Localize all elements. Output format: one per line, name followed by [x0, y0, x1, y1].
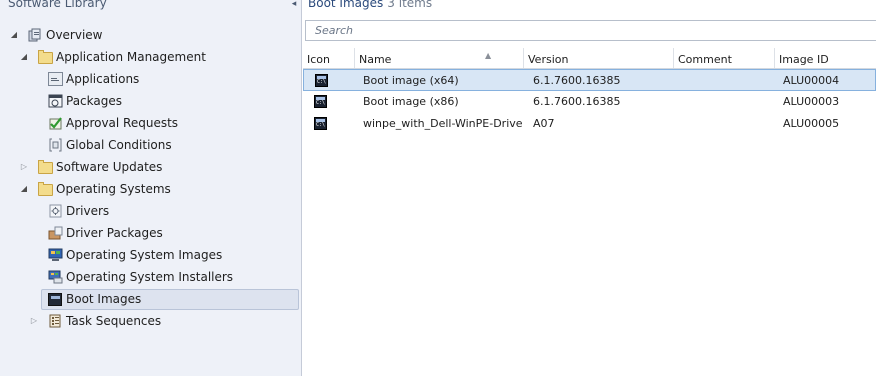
cell-image-id: ALU00003 — [783, 95, 840, 108]
grid-header: Icon Name ▲ Version Comment Image ID — [303, 48, 876, 69]
tree-item-label: Operating System Images — [66, 248, 223, 262]
navigation-pane: Software Library ◂ ◢ Overview ◢ Applicat… — [0, 0, 302, 376]
cell-comment — [679, 70, 775, 92]
item-count: 3 items — [387, 0, 433, 10]
global-conditions-icon — [48, 138, 63, 152]
column-header-icon[interactable]: Icon — [303, 48, 355, 68]
cell-image-id: ALU00004 — [783, 74, 840, 87]
tree-item-label: Driver Packages — [66, 226, 163, 240]
tree-item-overview[interactable]: ◢ Overview — [6, 25, 296, 45]
boot-image-icon — [314, 95, 327, 108]
tree-item-operating-systems[interactable]: ◢ Operating Systems — [16, 179, 296, 199]
applications-icon — [48, 72, 63, 86]
cell-name: winpe_with_Dell-WinPE-Driver... — [363, 117, 523, 130]
tree-item-approval-requests[interactable]: Approval Requests — [44, 113, 296, 133]
tree-item-task-sequences[interactable]: ▷ Task Sequences — [26, 311, 296, 331]
cell-name: Boot image (x86) — [363, 95, 459, 108]
cell-version: A07 — [533, 117, 555, 130]
table-row[interactable]: winpe_with_Dell-WinPE-Driver... A07 ALU0… — [303, 113, 876, 135]
os-images-icon — [48, 248, 63, 262]
content-header: Boot Images 3 items — [308, 0, 432, 10]
search-box[interactable] — [305, 20, 876, 41]
tree-item-boot-images[interactable]: Boot Images — [41, 289, 299, 310]
tree-item-label: Packages — [66, 94, 122, 108]
tree-item-global-conditions[interactable]: Global Conditions — [44, 135, 296, 155]
tree-item-driver-packages[interactable]: Driver Packages — [44, 223, 296, 243]
nav-header: Software Library ◂ — [0, 0, 302, 14]
tree-item-application-management[interactable]: ◢ Application Management — [16, 47, 296, 67]
boot-image-icon — [315, 74, 328, 87]
collapse-pane-icon[interactable]: ◂ — [289, 0, 299, 10]
packages-icon — [48, 94, 63, 108]
tree-item-operating-system-images[interactable]: Operating System Images — [44, 245, 296, 265]
tree-item-label: Drivers — [66, 204, 110, 218]
folder-icon — [38, 50, 53, 64]
tree-item-operating-system-installers[interactable]: Operating System Installers — [44, 267, 296, 287]
search-input[interactable] — [306, 21, 876, 40]
tree-item-label: Boot Images — [66, 292, 142, 306]
table-row[interactable]: Boot image (x86) 6.1.7600.16385 ALU00003 — [303, 91, 876, 113]
column-header-label: Name — [359, 53, 392, 66]
column-header-comment[interactable]: Comment — [674, 48, 775, 68]
tree-item-packages[interactable]: Packages — [44, 91, 296, 111]
boot-image-icon — [314, 117, 327, 130]
sort-ascending-icon: ▲ — [485, 51, 492, 60]
collapse-arrow-icon[interactable]: ◢ — [19, 47, 29, 67]
tree-item-label: Operating System Installers — [66, 270, 234, 284]
tree-item-label: Task Sequences — [66, 314, 162, 328]
column-header-image-id[interactable]: Image ID — [775, 48, 876, 68]
expand-arrow-icon[interactable]: ▷ — [19, 157, 29, 177]
tree-item-label: Software Updates — [56, 160, 163, 174]
collapse-arrow-icon[interactable]: ◢ — [19, 179, 29, 199]
task-sequences-icon — [48, 314, 63, 328]
page-title: Boot Images — [308, 0, 384, 10]
table-row[interactable]: Boot image (x64) 6.1.7600.16385 ALU00004 — [303, 69, 876, 91]
boot-images-icon — [48, 293, 62, 306]
tree-item-drivers[interactable]: Drivers — [44, 201, 296, 221]
cell-version: 6.1.7600.16385 — [533, 74, 621, 87]
drivers-icon — [48, 204, 63, 218]
cell-name: Boot image (x64) — [363, 74, 459, 87]
tree-item-label: Operating Systems — [56, 182, 171, 196]
cell-image-id: ALU00005 — [783, 117, 840, 130]
tree-item-label: Overview — [46, 28, 103, 42]
column-header-version[interactable]: Version — [524, 48, 674, 68]
approval-requests-icon — [48, 116, 63, 130]
overview-icon — [28, 28, 43, 42]
driver-packages-icon — [48, 226, 63, 240]
tree-item-label: Approval Requests — [66, 116, 179, 130]
tree-item-software-updates[interactable]: ▷ Software Updates — [16, 157, 296, 177]
folder-icon — [38, 160, 53, 174]
nav-title: Software Library — [8, 0, 107, 10]
cell-comment — [679, 91, 775, 113]
tree-item-applications[interactable]: Applications — [44, 69, 296, 89]
expand-arrow-icon[interactable]: ▷ — [29, 311, 39, 331]
tree-item-label: Application Management — [56, 50, 206, 64]
cell-version: 6.1.7600.16385 — [533, 95, 621, 108]
collapse-arrow-icon[interactable]: ◢ — [9, 25, 19, 45]
tree-item-label: Applications — [66, 72, 140, 86]
folder-icon — [38, 182, 53, 196]
os-installers-icon — [48, 270, 63, 284]
content-pane: Boot Images3 items Icon Name ▲ Version C… — [303, 0, 876, 376]
tree-item-label: Global Conditions — [66, 138, 172, 152]
cell-comment — [679, 113, 775, 135]
column-header-name[interactable]: Name ▲ — [355, 48, 524, 68]
